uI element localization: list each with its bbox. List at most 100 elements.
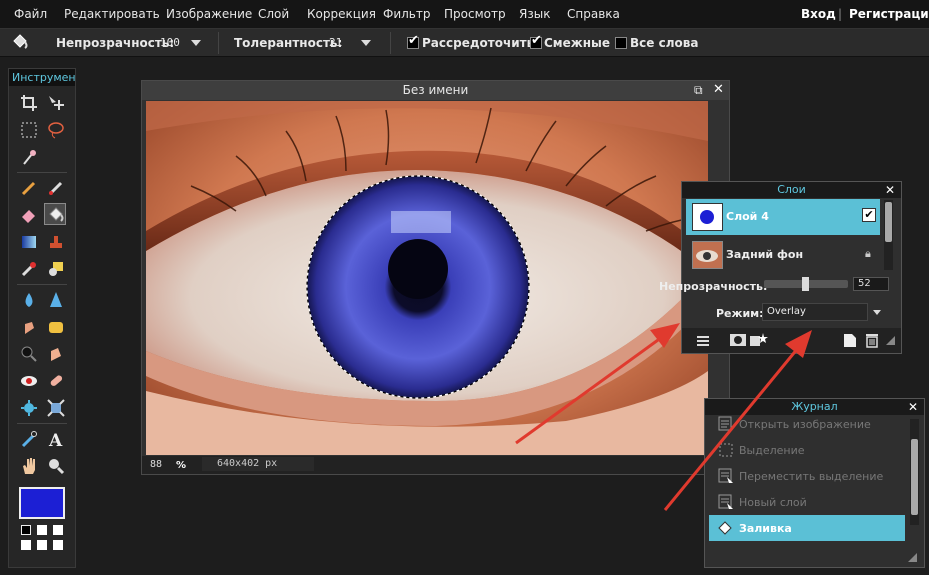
- login-link[interactable]: Вход: [801, 7, 836, 21]
- resize-handle-icon[interactable]: [886, 336, 895, 345]
- auth-separator: |: [838, 7, 843, 21]
- resize-handle-icon[interactable]: [908, 553, 917, 562]
- document-title: Без имени: [142, 81, 729, 100]
- all-layers-checkbox[interactable]: [615, 37, 627, 49]
- scrollbar-thumb[interactable]: [885, 202, 892, 242]
- new-layer-icon[interactable]: [843, 333, 857, 351]
- close-icon[interactable]: ✕: [885, 183, 895, 197]
- menu-help[interactable]: Справка: [567, 7, 620, 21]
- layer-opacity-value[interactable]: 52: [853, 277, 889, 291]
- layer-row[interactable]: Задний фон 🔒︎: [686, 237, 880, 273]
- sharpen-icon[interactable]: [45, 289, 67, 311]
- new-layer-icon: [718, 494, 734, 513]
- burn-icon[interactable]: [18, 343, 40, 365]
- menu-edit[interactable]: Редактировать: [64, 7, 160, 21]
- maximize-icon[interactable]: ⧉: [694, 83, 703, 98]
- layer-mask-icon[interactable]: [730, 333, 746, 350]
- history-item[interactable]: Переместить выделение: [709, 463, 905, 489]
- slider-thumb[interactable]: [802, 277, 809, 291]
- menu-image[interactable]: Изображение: [166, 7, 252, 21]
- color-replace-icon[interactable]: [18, 258, 40, 280]
- opacity-dropdown-icon[interactable]: [191, 40, 201, 46]
- layers-toolbar: [682, 328, 901, 353]
- register-link[interactable]: Регистрация: [849, 7, 929, 21]
- brush-icon[interactable]: [45, 177, 67, 199]
- zoom-icon[interactable]: [45, 455, 67, 477]
- history-list: Открыть изображение Выделение Переместит…: [705, 416, 910, 546]
- options-bar: Непрозрачность: 100 Толерантность: 21 ✔ …: [0, 29, 929, 57]
- sponge-icon[interactable]: [45, 316, 67, 338]
- scrollbar-thumb[interactable]: [911, 439, 918, 515]
- history-item-label: Заливка: [739, 522, 792, 535]
- blend-mode-select[interactable]: Overlay: [762, 303, 868, 321]
- bloat-icon[interactable]: [18, 397, 40, 419]
- history-panel-title: Журнал: [705, 399, 924, 415]
- swatch[interactable]: [21, 540, 31, 550]
- hand-icon[interactable]: [18, 455, 40, 477]
- opacity-slider[interactable]: [764, 277, 848, 291]
- history-scrollbar[interactable]: [910, 419, 919, 525]
- layer-row-selected[interactable]: Слой 4 ✔: [686, 199, 880, 235]
- text-icon[interactable]: A: [45, 428, 67, 450]
- tolerance-dropdown-icon[interactable]: [361, 40, 371, 46]
- magic-wand-icon[interactable]: [18, 146, 40, 168]
- color-picker-icon[interactable]: [18, 428, 40, 450]
- visibility-checkbox[interactable]: ✔: [862, 208, 876, 222]
- smudge-icon[interactable]: [18, 316, 40, 338]
- crop-icon[interactable]: [18, 92, 40, 114]
- layer-styles-icon[interactable]: [750, 332, 768, 351]
- swatch[interactable]: [37, 540, 47, 550]
- eraser-icon[interactable]: [18, 204, 40, 226]
- checkmark-icon: ✔: [531, 33, 542, 48]
- dodge-icon[interactable]: [45, 343, 67, 365]
- swap-swatch[interactable]: [53, 525, 63, 535]
- lasso-icon[interactable]: [45, 119, 67, 141]
- blur-icon[interactable]: [18, 289, 40, 311]
- gradient-icon[interactable]: [18, 231, 40, 253]
- stamp-icon[interactable]: [45, 231, 67, 253]
- close-icon[interactable]: ✕: [908, 400, 918, 414]
- trash-icon[interactable]: [865, 332, 879, 351]
- history-item[interactable]: Новый слой: [709, 489, 905, 515]
- menu-layer[interactable]: Слой: [258, 7, 289, 21]
- primary-color-swatch[interactable]: [19, 487, 65, 519]
- default-black-swatch[interactable]: [21, 525, 31, 535]
- antialias-checkbox[interactable]: ✔: [407, 33, 419, 49]
- default-white-swatch[interactable]: [37, 525, 47, 535]
- drawing-icon[interactable]: [45, 258, 67, 280]
- zoom-value[interactable]: 88: [150, 459, 162, 470]
- image-canvas[interactable]: [146, 101, 708, 455]
- tolerance-value[interactable]: 21: [329, 36, 342, 49]
- menu-language[interactable]: Язык: [519, 7, 550, 21]
- image-dimensions: 640x402 px: [202, 457, 314, 471]
- blend-mode-label: Режим:: [716, 307, 764, 320]
- svg-text:A: A: [48, 431, 63, 448]
- history-item-label: Выделение: [739, 444, 805, 457]
- layer-settings-icon[interactable]: [696, 334, 710, 351]
- menu-bar: Файл Редактировать Изображение Слой Корр…: [0, 0, 929, 29]
- chevron-down-icon[interactable]: [873, 310, 881, 315]
- menu-file[interactable]: Файл: [14, 7, 47, 21]
- swatch[interactable]: [53, 540, 63, 550]
- move-icon[interactable]: [45, 92, 67, 114]
- divider: [218, 32, 219, 54]
- pinch-icon[interactable]: [45, 397, 67, 419]
- layers-scrollbar[interactable]: [884, 200, 893, 270]
- menu-adjustment[interactable]: Коррекция: [307, 7, 376, 21]
- close-icon[interactable]: ✕: [713, 82, 724, 97]
- menu-view[interactable]: Просмотр: [444, 7, 506, 21]
- spot-heal-icon[interactable]: [45, 370, 67, 392]
- marquee-icon[interactable]: [18, 119, 40, 141]
- menu-filter[interactable]: Фильтр: [383, 7, 430, 21]
- bucket-icon[interactable]: [44, 203, 66, 225]
- pencil-icon[interactable]: [18, 177, 40, 199]
- divider: [17, 172, 67, 173]
- red-eye-icon[interactable]: [18, 370, 40, 392]
- history-item[interactable]: Выделение: [709, 437, 905, 463]
- history-item[interactable]: Открыть изображение: [709, 416, 905, 437]
- zoom-unit: %: [176, 460, 187, 471]
- contiguous-checkbox[interactable]: ✔: [530, 33, 542, 49]
- checkmark-icon: ✔: [408, 33, 419, 48]
- history-item-selected[interactable]: Заливка: [709, 515, 905, 541]
- opacity-value[interactable]: 100: [160, 36, 180, 49]
